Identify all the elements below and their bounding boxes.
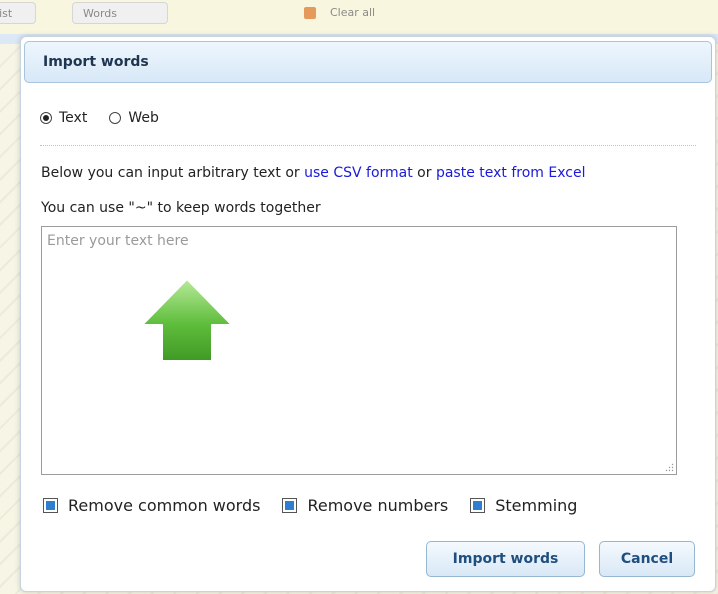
background-tab-list: List <box>0 2 36 24</box>
checkbox-stemming[interactable] <box>470 497 486 513</box>
option-label-stemming: Stemming <box>495 495 578 515</box>
resize-grip-icon[interactable] <box>665 463 674 472</box>
import-words-dialog: Import words Text Web Below you can inpu… <box>20 36 716 592</box>
text-input-container <box>41 226 677 475</box>
tilde-hint: You can use "~" to keep words together <box>41 200 321 216</box>
option-remove-common-words[interactable]: Remove common words <box>43 496 260 515</box>
radio-text-label: Text <box>59 110 88 126</box>
divider <box>40 145 696 146</box>
radio-web[interactable] <box>109 112 122 124</box>
paste-from-excel-link[interactable]: paste text from Excel <box>436 165 586 181</box>
instructions-prefix: Below you can input arbitrary text or <box>41 165 305 181</box>
source-option-text[interactable]: Text <box>40 110 87 126</box>
import-instructions: Below you can input arbitrary text or us… <box>41 165 585 181</box>
option-label-remove-common-words: Remove common words <box>68 495 261 515</box>
csv-format-link[interactable]: use CSV format <box>304 165 413 181</box>
dialog-title: Import words <box>43 54 149 70</box>
source-radio-group: Text Web <box>40 109 181 127</box>
radio-text[interactable] <box>40 112 52 124</box>
instructions-middle: or <box>412 165 436 181</box>
cancel-button[interactable]: Cancel <box>599 541 695 577</box>
import-options: Remove common words Remove numbers Stemm… <box>43 495 599 515</box>
background-clear-all: Clear all <box>330 6 376 19</box>
import-words-button[interactable]: Import words <box>426 541 585 577</box>
dialog-header: Import words <box>24 41 712 83</box>
background-tab-words: Words <box>72 2 168 24</box>
background-toolbar: List Words Clear all <box>0 0 718 35</box>
option-stemming[interactable]: Stemming <box>470 496 577 515</box>
source-option-web[interactable]: Web <box>109 110 159 126</box>
checkbox-remove-common-words[interactable] <box>43 497 58 513</box>
radio-web-label: Web <box>128 110 159 126</box>
checkbox-remove-numbers[interactable] <box>282 497 298 513</box>
option-label-remove-numbers: Remove numbers <box>307 495 449 515</box>
text-input[interactable] <box>42 227 676 474</box>
option-remove-numbers[interactable]: Remove numbers <box>282 496 448 515</box>
clear-icon <box>304 7 316 19</box>
